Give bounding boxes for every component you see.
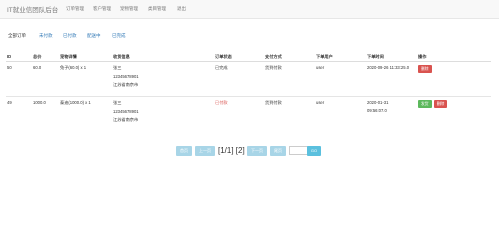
order-id: 50	[6, 61, 32, 97]
first-page-button[interactable]: 首页	[176, 146, 192, 156]
filter-unpaid[interactable]: 未付款	[39, 33, 53, 39]
order-total: 60.0	[32, 61, 59, 97]
brand-title[interactable]: IT就业信团队后台	[7, 4, 58, 14]
order-detail: 泰迪(1000.0) x 1	[59, 96, 112, 127]
go-button[interactable]: GO	[307, 146, 321, 156]
page-number-input[interactable]	[289, 146, 309, 155]
prev-page-button[interactable]: 上一页	[195, 146, 215, 156]
filter-paid[interactable]: 已付款	[63, 33, 77, 39]
order-address: 张三 12345678901 江苏省南京市	[112, 61, 214, 97]
receiver-address: 江苏省南京市	[113, 82, 139, 88]
col-time: 下单时间	[366, 52, 417, 62]
nav-customers[interactable]: 客户管理	[93, 6, 111, 12]
order-actions: 删除	[417, 61, 491, 97]
receiver-phone: 12345678901	[113, 109, 139, 115]
col-shipping-info: 收货信息	[112, 52, 214, 62]
table-row: 50 60.0 兔子(60.0) x 1 张三 12345678901 江苏省南…	[6, 61, 491, 97]
order-user: user	[315, 61, 366, 97]
order-payment: 货到付款	[264, 96, 315, 127]
col-pet-detail: 宠物详情	[59, 52, 112, 62]
receiver-address: 江苏省南京市	[113, 117, 139, 123]
nav-categories[interactable]: 类目管理	[148, 6, 166, 12]
table-header-row: ID 总价 宠物详情 收货信息 订单状态 支付方式 下单用户 下单时间 操作	[6, 52, 491, 62]
top-navbar: IT就业信团队后台 订单管理 客户管理 宠物管理 类目管理 退出	[0, 0, 499, 19]
order-payment: 货到付款	[264, 61, 315, 97]
order-status: 已完成	[214, 61, 264, 97]
col-user: 下单用户	[315, 52, 366, 62]
col-total: 总价	[32, 52, 59, 62]
orders-table: ID 总价 宠物详情 收货信息 订单状态 支付方式 下单用户 下单时间 操作 5…	[6, 52, 491, 127]
page-info: [1/1] [2]	[218, 146, 245, 155]
next-page-button[interactable]: 下一页	[247, 146, 267, 156]
order-id: 49	[6, 96, 32, 127]
receiver-name: 张三	[113, 65, 122, 70]
filter-shipping[interactable]: 配送中	[87, 33, 101, 39]
order-time: 2020-01-31 09:56:07.0	[366, 96, 417, 127]
order-clock: 09:56:07.0	[367, 108, 387, 114]
col-payment: 支付方式	[264, 52, 315, 62]
col-order-status: 订单状态	[214, 52, 264, 62]
col-id: ID	[6, 52, 32, 62]
order-total: 1000.0	[32, 96, 59, 127]
order-actions: 发货 删除	[417, 96, 491, 127]
ship-button[interactable]: 发货	[418, 100, 432, 108]
table-row: 49 1000.0 泰迪(1000.0) x 1 张三 12345678901 …	[6, 96, 491, 127]
nav-orders[interactable]: 订单管理	[66, 6, 84, 12]
delete-button[interactable]: 删除	[433, 100, 448, 108]
delete-button[interactable]: 删除	[418, 65, 432, 73]
last-page-button[interactable]: 尾页	[270, 146, 286, 156]
receiver-phone: 12345678901	[113, 74, 139, 80]
filter-all[interactable]: 全部订单	[8, 33, 26, 39]
receiver-name: 张三	[113, 100, 122, 105]
order-time: 2020-09-26 11:33:25.0	[366, 61, 417, 97]
col-actions: 操作	[417, 52, 491, 62]
order-user: user	[315, 96, 366, 127]
nav-pets[interactable]: 宠物管理	[120, 6, 138, 12]
order-detail: 兔子(60.0) x 1	[59, 61, 112, 97]
nav-logout[interactable]: 退出	[177, 6, 186, 12]
order-date: 2020-01-31	[367, 100, 389, 105]
order-status: 已付款	[214, 96, 264, 127]
order-address: 张三 12345678901 江苏省南京市	[112, 96, 214, 127]
filter-completed[interactable]: 已完成	[112, 33, 126, 39]
